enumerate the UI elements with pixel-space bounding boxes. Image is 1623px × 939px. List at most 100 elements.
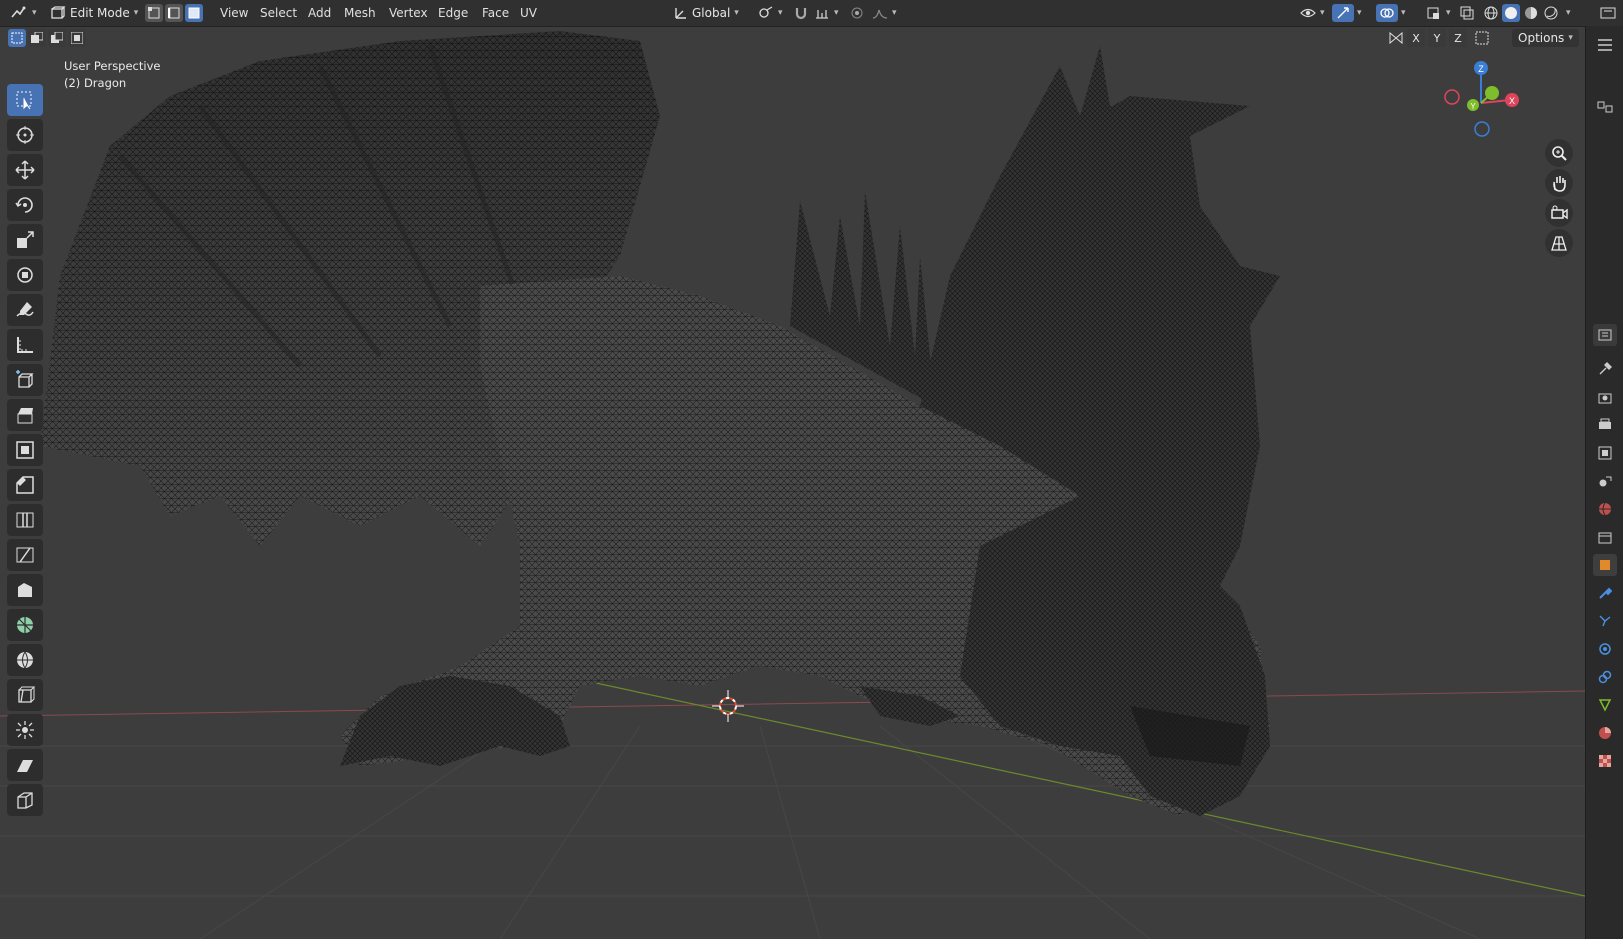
shrink-fatten-tool[interactable] (7, 714, 43, 746)
gizmo-y-label: Y (1470, 102, 1476, 111)
menu-select[interactable]: Select (260, 4, 297, 22)
mirror-x-toggle[interactable]: X (1407, 29, 1425, 47)
object-icon (1600, 560, 1610, 570)
move-tool[interactable] (7, 154, 43, 186)
menu-view[interactable]: View (220, 4, 248, 22)
rip-region-tool[interactable] (7, 784, 43, 816)
wireframe-shading-button[interactable] (1482, 4, 1500, 22)
xray-toggle[interactable] (1457, 3, 1477, 23)
transform-orientation-dropdown[interactable]: Global ▾ (668, 3, 745, 23)
material-tab[interactable] (1593, 722, 1617, 744)
sidebar-menu-icon (1600, 7, 1616, 19)
visibility-dropdown[interactable]: ▾ (1294, 3, 1331, 23)
transform-tool[interactable] (7, 259, 43, 291)
pivot-point-dropdown[interactable]: ▾ (752, 3, 789, 23)
scene-tab[interactable] (1593, 470, 1617, 492)
edit-mode-icon (51, 6, 66, 19)
modifier-tab[interactable] (1593, 582, 1617, 604)
object-tab[interactable] (1593, 554, 1617, 576)
poly-build-tool[interactable] (7, 574, 43, 606)
scale-tool[interactable] (7, 224, 43, 256)
menu-add[interactable]: Add (308, 4, 331, 22)
edge-slide-icon (18, 686, 36, 703)
smooth-tool[interactable] (7, 644, 43, 676)
bevel-tool[interactable] (7, 469, 43, 501)
rendered-shading-button[interactable] (1542, 4, 1560, 22)
navigation-gizmo[interactable]: Z X Y (1444, 61, 1519, 137)
data-tab[interactable] (1593, 694, 1617, 716)
perspective-toggle-button[interactable] (1545, 229, 1573, 257)
sidebar-toggle[interactable] (1600, 3, 1616, 23)
measure-tool[interactable] (7, 329, 43, 361)
cursor-tool[interactable] (7, 119, 43, 151)
pan-button[interactable] (1545, 169, 1573, 197)
loop-cut-tool[interactable] (7, 504, 43, 536)
menu-face[interactable]: Face (482, 4, 509, 22)
select-new-button[interactable] (8, 29, 26, 47)
select-subtract-button[interactable] (48, 29, 66, 47)
mode-dropdown[interactable]: Edit Mode ▾ (44, 3, 144, 23)
output-tab[interactable] (1593, 414, 1617, 436)
shear-tool[interactable] (7, 749, 43, 781)
particles-tab[interactable] (1593, 610, 1617, 632)
editor-type-selector[interactable]: ▾ (6, 3, 41, 23)
zoom-button[interactable] (1545, 139, 1573, 167)
3d-cursor[interactable] (712, 690, 744, 722)
scene-icon (1599, 476, 1612, 487)
select-extend-button[interactable] (28, 29, 46, 47)
world-tab[interactable] (1593, 498, 1617, 520)
overlays-toggle[interactable]: ▾ (1376, 3, 1406, 23)
chevron-down-icon: ▾ (1357, 8, 1362, 18)
solid-shading-button[interactable] (1502, 4, 1520, 22)
editor-type-properties-button[interactable] (1593, 324, 1617, 346)
snap-target-dropdown[interactable]: ▾ (808, 3, 845, 23)
select-box-tool[interactable] (7, 84, 43, 116)
menu-vertex[interactable]: Vertex (389, 4, 428, 22)
options-dropdown[interactable]: Options ▾ (1512, 29, 1579, 47)
add-cube-tool[interactable] (7, 364, 43, 396)
viewport-header: ▾ Edit Mode ▾ View Select Add Mesh Verte… (0, 0, 1623, 27)
3d-viewport[interactable]: Z X Y User Perspective (2) Dragon X Y Z … (0, 26, 1585, 939)
camera-view-button[interactable] (1545, 199, 1573, 227)
properties-tabs (1586, 358, 1623, 778)
render-tab[interactable] (1593, 386, 1617, 408)
annotate-tool[interactable] (7, 294, 43, 326)
select-invert-button[interactable] (68, 29, 86, 47)
tool-tab[interactable] (1593, 358, 1617, 380)
outliner-button[interactable] (1593, 34, 1617, 56)
texture-tab[interactable] (1593, 750, 1617, 772)
collection-tab[interactable] (1593, 526, 1617, 548)
face-select-button[interactable] (185, 4, 203, 22)
filter-icon (1597, 101, 1613, 113)
inset-tool[interactable] (7, 434, 43, 466)
outliner-filter[interactable] (1586, 96, 1623, 122)
knife-tool[interactable] (7, 539, 43, 571)
gizmo-toggle[interactable]: ▾ (1332, 3, 1362, 23)
menu-mesh[interactable]: Mesh (344, 4, 376, 22)
dragon-mesh[interactable] (40, 31, 1280, 816)
edge-select-button[interactable] (165, 4, 183, 22)
rotate-tool[interactable] (7, 189, 43, 221)
menu-edge[interactable]: Edge (438, 4, 468, 22)
topology-mirror-icon[interactable] (1474, 30, 1492, 46)
extrude-icon (17, 408, 33, 424)
select-box-icon (16, 91, 32, 110)
vertex-select-button[interactable] (145, 4, 163, 22)
mesh-edit-overlays-dropdown[interactable]: ▾ (1420, 3, 1457, 23)
spin-tool[interactable] (7, 609, 43, 641)
gizmo-icon (1337, 7, 1349, 19)
chevron-down-icon: ▾ (1566, 8, 1571, 18)
physics-tab[interactable] (1593, 638, 1617, 660)
menu-uv[interactable]: UV (520, 4, 537, 22)
falloff-dropdown[interactable]: ▾ (866, 3, 903, 23)
material-shading-button[interactable] (1522, 4, 1540, 22)
constraints-tab[interactable] (1593, 666, 1617, 688)
mirror-z-toggle[interactable]: Z (1449, 29, 1467, 47)
filter-button[interactable] (1593, 96, 1617, 118)
edge-slide-tool[interactable] (7, 679, 43, 711)
extrude-tool[interactable] (7, 399, 43, 431)
mirror-y-toggle[interactable]: Y (1428, 29, 1446, 47)
view-layer-tab[interactable] (1593, 442, 1617, 464)
material-sphere-icon (1525, 7, 1537, 19)
hand-icon (1553, 176, 1566, 192)
